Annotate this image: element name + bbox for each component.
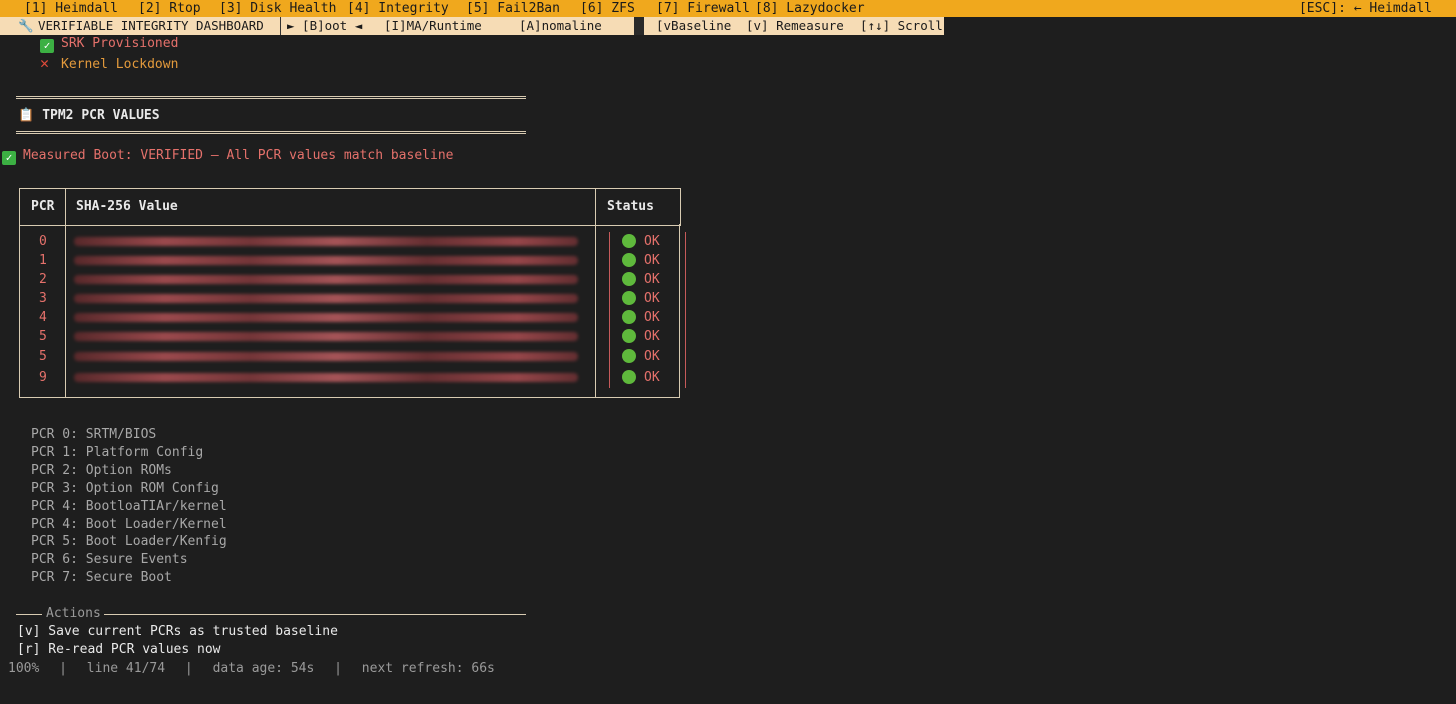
status-ok-icon — [622, 310, 636, 324]
status-ok-icon — [622, 370, 636, 384]
section-title: TPM2 PCR VALUES — [42, 108, 160, 123]
check-label: Kernel Lockdown — [61, 57, 179, 72]
divider — [65, 188, 66, 397]
check-icon: ✓ — [2, 151, 16, 165]
legend-item: PCR 6: Sesure Events — [31, 552, 188, 568]
zoom-level: 100% — [8, 661, 40, 676]
data-age: data age: 54s — [212, 661, 315, 676]
tab-disk-health[interactable]: [3] Disk Health — [219, 0, 336, 17]
divider — [104, 614, 526, 615]
dashboard-title: VERIFIABLE INTEGRITY DASHBOARD — [38, 17, 264, 35]
divider — [280, 17, 281, 35]
status-text: OK — [644, 349, 660, 364]
mode-ima-runtime[interactable]: [I]MA/Runtime — [384, 17, 482, 35]
pcr-index: 1 — [39, 253, 47, 268]
legend-item: PCR 7: Secure Boot — [31, 570, 172, 586]
divider — [679, 224, 680, 397]
divider — [19, 224, 20, 397]
actions-title: Actions — [46, 606, 101, 621]
tab-fail2ban[interactable]: [5] Fail2Ban — [466, 0, 560, 17]
legend-item: PCR 1: Platform Config — [31, 444, 204, 460]
measured-boot-status: ✓ Measured Boot: VERIFIED – All PCR value… — [2, 148, 453, 165]
separator: | — [334, 661, 342, 676]
key-remeasure[interactable]: [v] Remeasure — [746, 17, 844, 35]
separator: | — [59, 661, 67, 676]
action-save-baseline[interactable]: [v] Save current PCRs as trusted baselin… — [17, 624, 338, 639]
tab-zfs[interactable]: [6] ZFS — [580, 0, 635, 17]
status-text: OK — [644, 272, 660, 287]
header-status: Status — [607, 199, 654, 214]
esc-heimdall-link[interactable]: [ESC]: ← Heimdall — [1299, 0, 1432, 17]
line-position: line 41/74 — [86, 661, 166, 676]
legend-item: PCR 2: Option ROMs — [31, 462, 172, 478]
tab-lazydocker[interactable]: [8] Lazydocker — [755, 0, 865, 17]
status-ok-icon — [622, 291, 636, 305]
separator: | — [184, 661, 193, 676]
sha256-redacted — [74, 237, 578, 246]
divider — [16, 614, 42, 615]
header-sha256: SHA-256 Value — [76, 199, 178, 214]
divider — [595, 188, 596, 397]
pcr-index: 5 — [39, 329, 47, 344]
next-refresh: next refresh: 66s — [361, 661, 495, 676]
sha256-redacted — [74, 294, 578, 303]
sha256-redacted — [74, 256, 578, 265]
divider — [685, 232, 686, 388]
pcr-index: 2 — [39, 272, 47, 287]
key-baseline[interactable]: [vBaseline — [656, 17, 731, 35]
sha256-redacted — [74, 332, 578, 341]
pcr-index: 0 — [39, 234, 47, 249]
measured-boot-text: Measured Boot: VERIFIED – All PCR values… — [23, 148, 454, 163]
status-ok-icon — [622, 253, 636, 267]
section-header: 📋 TPM2 PCR VALUES — [18, 108, 160, 123]
legend-item: PCR 3: Option ROM Config — [31, 480, 219, 496]
status-text: OK — [644, 310, 660, 325]
pcr-index: 4 — [39, 310, 47, 325]
status-ok-icon — [622, 234, 636, 248]
tab-rtop[interactable]: [2] Rtop — [138, 0, 201, 17]
check-srk-provisioned: ✓ SRK Provisioned — [40, 36, 178, 53]
status-bar: 100% | line 41/74 | data age: 54s | next… — [8, 661, 495, 676]
sha256-redacted — [74, 352, 578, 361]
status-text: OK — [644, 329, 660, 344]
divider — [19, 397, 680, 398]
legend-item: PCR 0: SRTM/BIOS — [31, 427, 157, 442]
header-pcr: PCR — [31, 199, 55, 214]
divider — [16, 96, 526, 99]
check-icon: ✓ — [40, 39, 54, 53]
check-kernel-lockdown: ✕ Kernel Lockdown — [40, 54, 178, 72]
divider — [634, 17, 644, 35]
top-tab-bar: [1] Heimdall [2] Rtop [3] Disk Health [4… — [0, 0, 1456, 17]
status-ok-icon — [622, 349, 636, 363]
key-scroll[interactable]: [↑↓] Scroll — [860, 17, 943, 35]
status-ok-icon — [622, 272, 636, 286]
legend-item: PCR 5: Boot Loader/Kenfig — [31, 534, 227, 550]
wrench-icon: 🔧 — [18, 18, 34, 33]
sha256-redacted — [74, 275, 578, 284]
action-reread-pcr[interactable]: [r] Re-read PCR values now — [17, 642, 221, 657]
status-text: OK — [644, 234, 660, 249]
x-icon: ✕ — [40, 54, 50, 72]
status-text: OK — [644, 370, 660, 385]
status-text: OK — [644, 291, 660, 306]
sha256-redacted — [74, 373, 578, 382]
legend-item: PCR 4: BootloaTIAr/kernel — [31, 498, 227, 514]
pcr-index: 9 — [39, 370, 47, 385]
tab-firewall[interactable]: [7] Firewall — [656, 0, 750, 17]
mode-boot[interactable]: ► [B]oot ◄ — [287, 17, 362, 35]
tab-heimdall[interactable]: [1] Heimdall — [24, 0, 118, 17]
pcr-index: 5 — [39, 349, 47, 364]
tab-integrity[interactable]: [4] Integrity — [347, 0, 449, 17]
sha256-redacted — [74, 313, 578, 322]
check-label: SRK Provisioned — [61, 36, 179, 51]
integrity-subbar: 🔧 VERIFIABLE INTEGRITY DASHBOARD ► [B]oo… — [0, 17, 944, 35]
status-text: OK — [644, 253, 660, 268]
status-ok-icon — [622, 329, 636, 343]
clipboard-icon: 📋 — [18, 108, 35, 123]
mode-anomaline[interactable]: [A]nomaline — [519, 17, 602, 35]
divider — [16, 131, 526, 134]
legend-item: PCR 4: Boot Loader/Kernel — [31, 516, 227, 532]
divider — [609, 232, 610, 388]
pcr-index: 3 — [39, 291, 47, 306]
